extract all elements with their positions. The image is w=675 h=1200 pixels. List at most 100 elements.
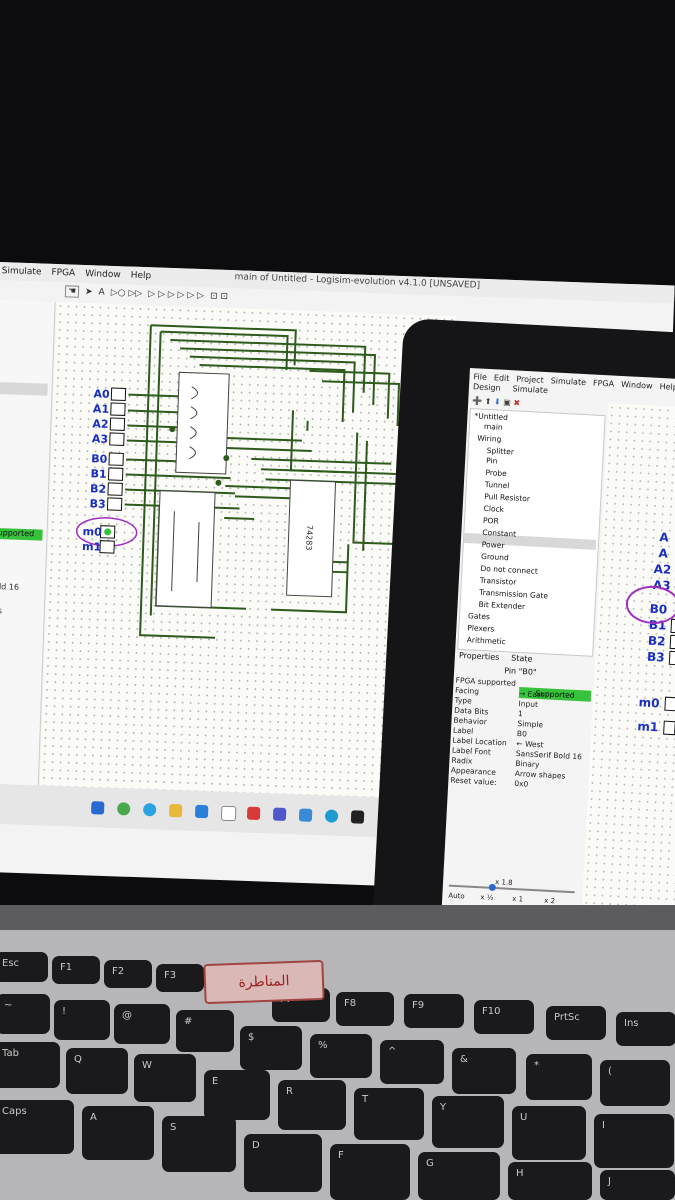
key-ins[interactable]: Ins	[616, 1012, 675, 1046]
key-j[interactable]: J	[600, 1170, 675, 1200]
pin-group-m[interactable]: m0 m1	[75, 517, 138, 555]
key-8[interactable]: *	[526, 1054, 592, 1100]
tree-wiring[interactable]: Wiring	[477, 433, 501, 443]
tree-splitter[interactable]: Splitter	[486, 446, 514, 456]
menu-help[interactable]: Help	[130, 271, 151, 282]
gate-icon[interactable]: ▷○ ▷▷	[111, 288, 143, 299]
tree-clock[interactable]: Clock	[483, 504, 504, 514]
splitter-icon[interactable]: ▷ ▷ ▷ ▷ ▷ ▷	[148, 289, 204, 301]
tree-arithmetic[interactable]: Arithmetic	[467, 635, 506, 646]
tablet-pin-box[interactable]	[663, 720, 675, 736]
up-icon[interactable]: ⬆	[485, 397, 492, 406]
tree-ground[interactable]: Ground	[481, 552, 509, 562]
tree-probe[interactable]: Probe	[485, 468, 507, 478]
tree-pull-resistor[interactable]: Pull Resistor	[484, 492, 530, 503]
tablet-pin-box[interactable]	[670, 618, 675, 634]
arrow-icon[interactable]: ➤	[85, 287, 93, 297]
tab-properties[interactable]: Properties	[459, 651, 500, 662]
zoom-slider-handle[interactable]	[488, 883, 497, 892]
key-g[interactable]: G	[418, 1152, 500, 1200]
delete-icon[interactable]: ✖	[513, 398, 520, 407]
menu-edit[interactable]: Edit	[494, 373, 510, 383]
tree-power[interactable]: Power	[482, 540, 505, 550]
key-9[interactable]: (	[600, 1060, 670, 1106]
tree-constant[interactable]: Constant	[482, 528, 516, 539]
edge-icon[interactable]	[324, 809, 339, 823]
zoom-half-button[interactable]: x ½	[480, 893, 494, 902]
xbox-icon[interactable]	[116, 802, 131, 816]
chip-mux[interactable]	[155, 490, 216, 609]
key-6[interactable]: ^	[380, 1040, 444, 1084]
tree-bit-extender[interactable]: Bit Extender	[478, 600, 525, 611]
tree-main[interactable]: main	[484, 422, 503, 432]
tree-plexers[interactable]: Plexers	[467, 623, 494, 633]
key-f9[interactable]: F9	[404, 994, 464, 1028]
app-icon[interactable]	[350, 810, 365, 824]
chip-upper[interactable]	[175, 371, 230, 475]
key-1[interactable]: !	[54, 1000, 110, 1040]
key-s[interactable]: S	[162, 1116, 236, 1172]
hand-icon[interactable]: ☚	[64, 285, 80, 298]
menu-fpga[interactable]: FPGA	[51, 268, 75, 279]
key-f2[interactable]: F2	[104, 960, 152, 988]
mail-icon[interactable]	[298, 808, 313, 822]
store-icon[interactable]	[194, 804, 209, 819]
down-icon[interactable]: ⬇	[494, 397, 501, 406]
tablet-pin-box[interactable]	[664, 696, 675, 712]
edit-icon[interactable]: ▣	[503, 398, 511, 407]
pin-icon[interactable]: ⊡ ⊡	[210, 291, 228, 302]
zoom-2-button[interactable]: x 2	[544, 897, 555, 906]
zoom-auto-button[interactable]: Auto	[448, 892, 465, 901]
key-caps[interactable]: Caps	[0, 1100, 74, 1154]
menu-simulate[interactable]: Simulate	[551, 376, 587, 387]
key-7[interactable]: &	[452, 1048, 516, 1094]
tablet-pin-box[interactable]	[668, 650, 675, 666]
key-5[interactable]: %	[310, 1034, 372, 1078]
key-f1[interactable]: F1	[52, 956, 100, 984]
text-icon[interactable]: A	[98, 287, 105, 297]
tablet-pin-box[interactable]	[669, 634, 675, 650]
key-r[interactable]: R	[278, 1080, 346, 1130]
key-esc[interactable]: Esc	[0, 952, 48, 982]
menu-window[interactable]: Window	[85, 269, 121, 280]
folder-icon[interactable]	[168, 803, 183, 818]
key-tab[interactable]: Tab	[0, 1042, 60, 1088]
start-icon[interactable]	[91, 801, 105, 815]
key-h[interactable]: H	[508, 1162, 592, 1200]
key-i[interactable]: I	[594, 1114, 674, 1168]
key-y[interactable]: Y	[432, 1096, 504, 1148]
key-3[interactable]: #	[176, 1010, 234, 1052]
pin-group-a[interactable]: A0 A1 A2 A3	[92, 387, 127, 446]
pdf-icon[interactable]	[246, 806, 261, 821]
word-icon[interactable]	[220, 805, 237, 822]
selected-tree-row[interactable]	[0, 381, 48, 396]
key-tilde[interactable]: ~	[0, 994, 50, 1034]
zoom-1-button[interactable]: x 1	[512, 895, 523, 904]
key-f3[interactable]: F3	[156, 964, 204, 992]
key-a[interactable]: A	[82, 1106, 154, 1160]
key-2[interactable]: @	[114, 1004, 170, 1044]
key-f[interactable]: F	[330, 1144, 410, 1200]
menu-help[interactable]: Help	[659, 381, 675, 391]
menu-fpga[interactable]: FPGA	[593, 378, 615, 388]
teams-icon[interactable]	[272, 807, 287, 821]
tab-state[interactable]: State	[511, 654, 533, 664]
fpga-supported-value[interactable]: Supported	[0, 527, 43, 541]
key-q[interactable]: Q	[66, 1048, 128, 1094]
menu-simulate[interactable]: Simulate	[2, 266, 42, 277]
key-t[interactable]: T	[354, 1088, 424, 1140]
key-e[interactable]: E	[204, 1070, 270, 1120]
key-d[interactable]: D	[244, 1134, 322, 1192]
menu-window[interactable]: Window	[621, 379, 653, 390]
pin-group-b[interactable]: B0 B1 B2 B3	[89, 452, 124, 511]
key-w[interactable]: W	[134, 1054, 196, 1102]
menu-file[interactable]: File	[473, 372, 487, 382]
key-prtsc[interactable]: PrtSc	[546, 1006, 606, 1040]
tree-pin[interactable]: Pin	[486, 456, 498, 466]
chip-74283[interactable]: 74283	[286, 479, 337, 598]
tree-tunnel[interactable]: Tunnel	[485, 480, 510, 490]
key-u[interactable]: U	[512, 1106, 586, 1160]
tab-simulate[interactable]: Simulate	[512, 384, 548, 395]
tree-project[interactable]: *Untitled	[474, 411, 508, 422]
telegram-icon[interactable]	[142, 803, 157, 817]
